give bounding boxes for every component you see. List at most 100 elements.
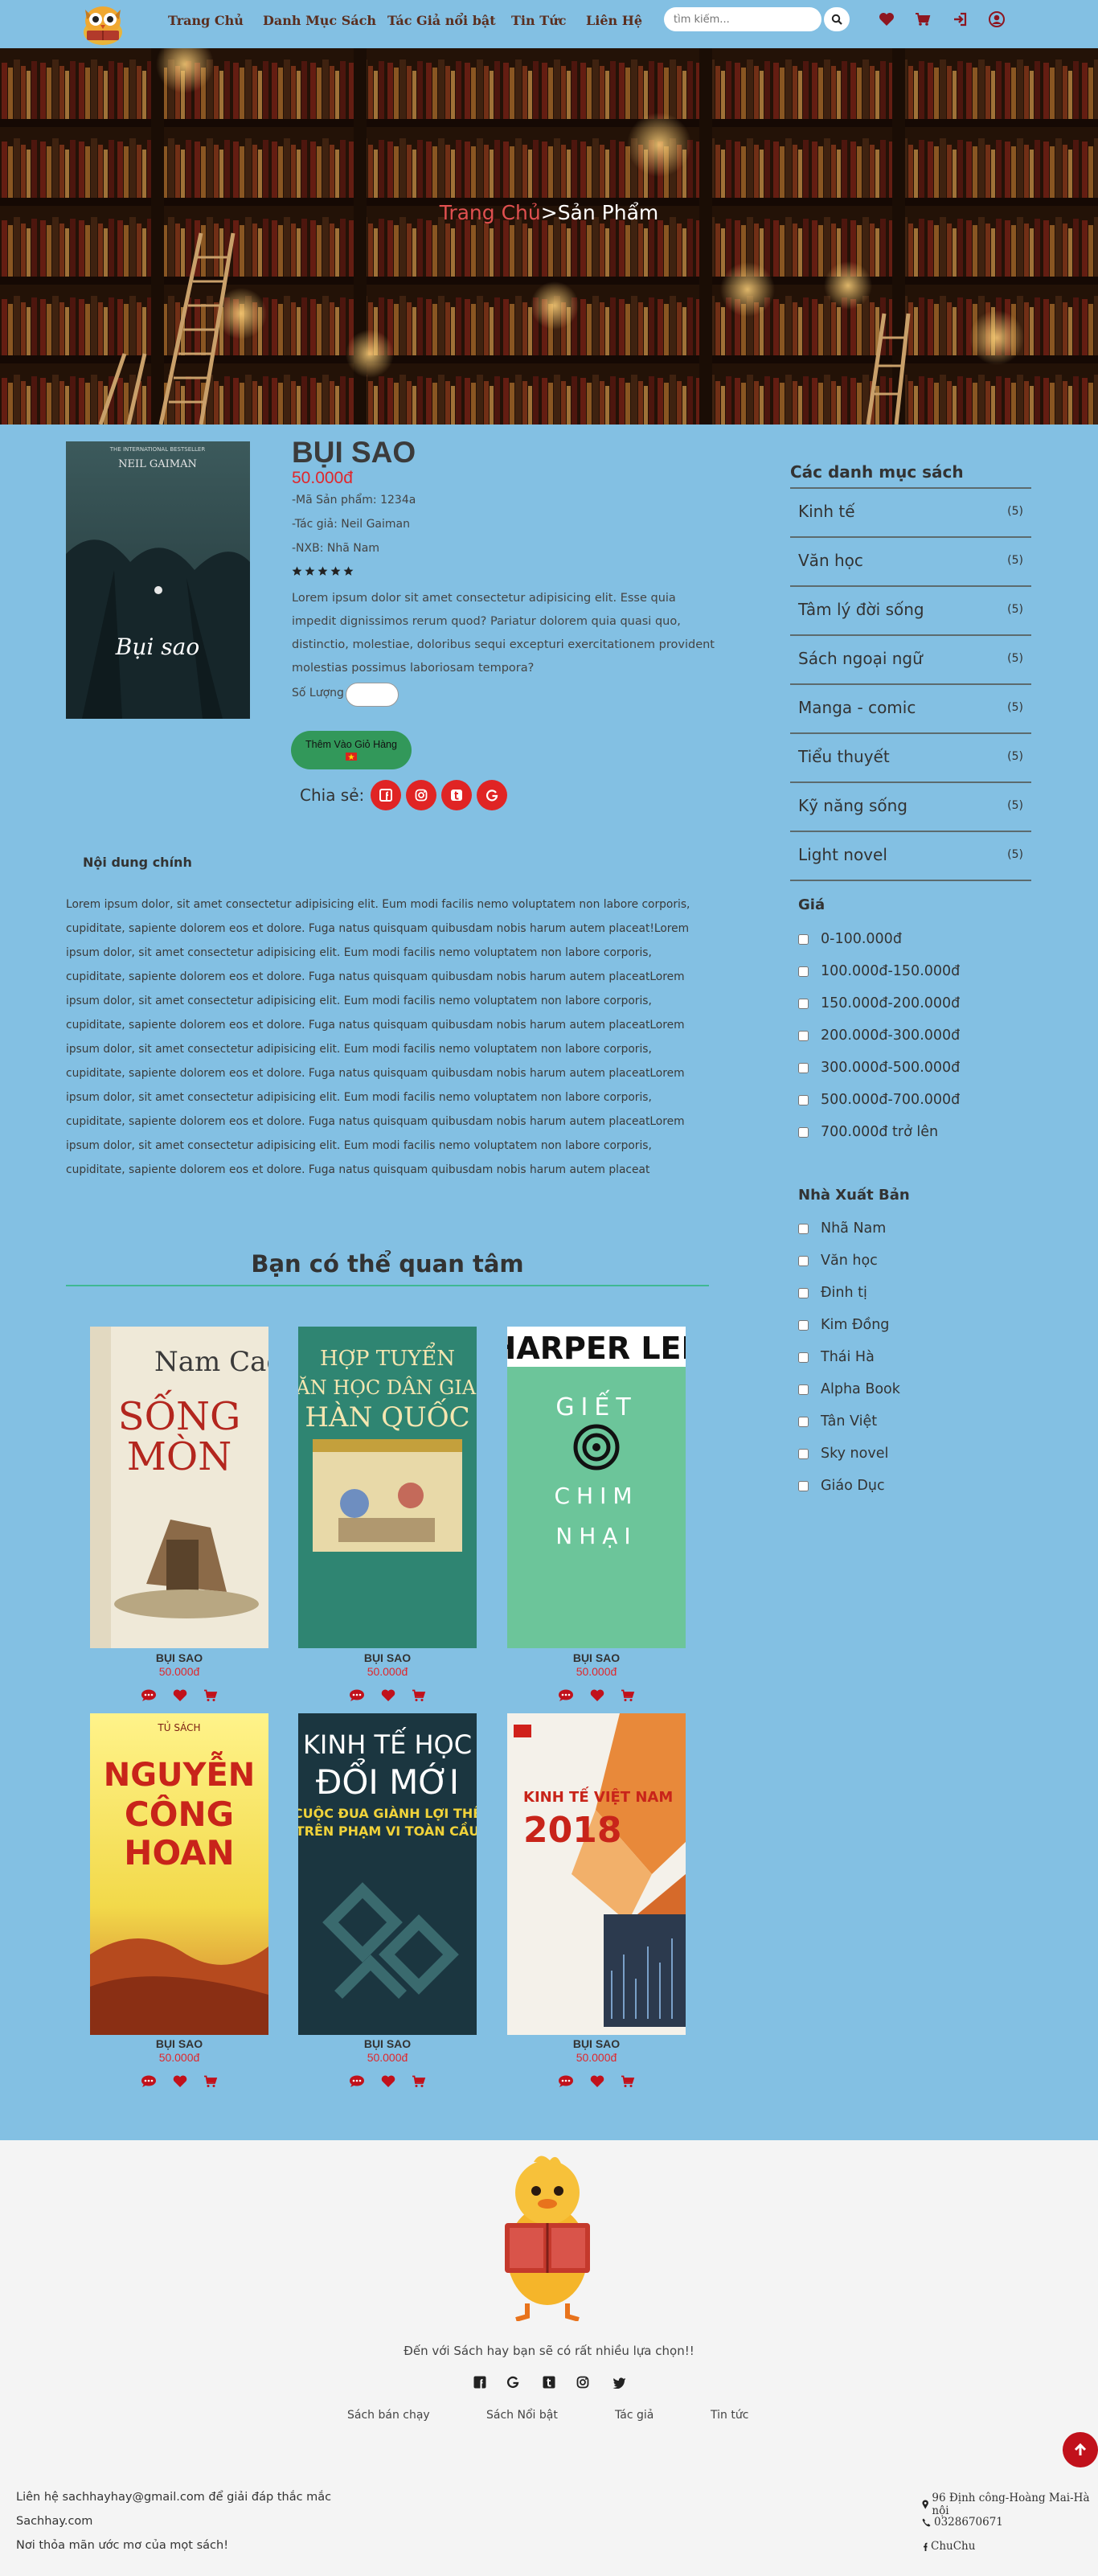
cart-icon[interactable] — [621, 2075, 635, 2091]
price-filter-option[interactable]: 150.000đ-200.000đ — [798, 994, 960, 1013]
related-book-cover[interactable]: HỢP TUYỂN VĂN HỌC DÂN GIAN HÀN QUỐC — [281, 1327, 493, 1648]
footer-link-bestseller[interactable]: Sách bán chạy — [347, 2409, 430, 2422]
publisher-filter-checkbox[interactable] — [798, 1416, 809, 1427]
category-item[interactable]: Light novel (5) — [790, 832, 1031, 881]
facebook-icon[interactable] — [471, 2373, 489, 2391]
instagram-share-icon[interactable] — [406, 780, 436, 810]
category-item[interactable]: Tiểu thuyết (5) — [790, 734, 1031, 783]
comment-icon[interactable] — [558, 2075, 574, 2091]
price-filter-checkbox[interactable] — [798, 1094, 809, 1105]
search-button[interactable] — [824, 7, 850, 31]
publisher-filter-option[interactable]: Nhã Nam — [798, 1219, 886, 1238]
nav-categories[interactable]: Danh Mục Sách — [263, 13, 376, 28]
category-item[interactable]: Kinh tế (5) — [790, 489, 1031, 538]
heart-icon[interactable] — [381, 2075, 395, 2091]
comment-icon[interactable] — [349, 1689, 365, 1705]
add-to-cart-button[interactable]: Thêm Vào Giỏ Hàng — [291, 731, 412, 769]
cart-icon[interactable] — [203, 1689, 218, 1705]
publisher-filter-option[interactable]: Sky novel — [798, 1444, 888, 1463]
related-book-name[interactable]: BỤI SAO — [90, 2037, 268, 2050]
comment-icon[interactable] — [141, 2075, 157, 2091]
comment-icon[interactable] — [141, 1689, 157, 1705]
publisher-filter-option[interactable]: Giáo Dục — [798, 1476, 885, 1495]
price-filter-checkbox[interactable] — [798, 933, 809, 945]
owl-logo[interactable] — [71, 2, 135, 47]
nav-contact[interactable]: Liên Hệ — [586, 13, 642, 28]
related-book-cover[interactable]: KINH TẾ VIỆT NAM 2018 — [507, 1713, 686, 2035]
publisher-filter-option[interactable]: Đinh tị — [798, 1283, 867, 1302]
breadcrumb-home[interactable]: Trang Chủ — [440, 201, 541, 224]
price-filter-option[interactable]: 500.000đ-700.000đ — [798, 1090, 960, 1110]
category-count: (5) — [1007, 603, 1023, 616]
publisher-filter-checkbox[interactable] — [798, 1287, 809, 1298]
heart-icon[interactable] — [381, 1689, 395, 1705]
publisher-filter-checkbox[interactable] — [798, 1352, 809, 1363]
publisher-filter-checkbox[interactable] — [798, 1384, 809, 1395]
tumblr-share-icon[interactable] — [441, 780, 472, 810]
google-icon[interactable] — [504, 2373, 522, 2391]
cart-icon[interactable] — [412, 1689, 426, 1705]
price-filter-checkbox[interactable] — [798, 998, 809, 1009]
cart-icon[interactable] — [412, 2075, 426, 2091]
price-filter-option[interactable]: 100.000đ-150.000đ — [798, 962, 960, 981]
category-item[interactable]: Manga - comic (5) — [790, 685, 1031, 734]
related-book-name[interactable]: BỤI SAO — [90, 1651, 268, 1664]
price-filter-checkbox[interactable] — [798, 1062, 809, 1073]
login-icon[interactable] — [950, 10, 969, 29]
footer-link-news[interactable]: Tin tức — [711, 2409, 748, 2422]
related-book-name[interactable]: BỤI SAO — [298, 2037, 477, 2050]
publisher-filter-option[interactable]: Alpha Book — [798, 1380, 900, 1399]
facebook-share-icon[interactable] — [371, 780, 401, 810]
cart-icon[interactable] — [913, 10, 932, 29]
price-filter-option[interactable]: 300.000đ-500.000đ — [798, 1058, 960, 1077]
comment-icon[interactable] — [349, 2075, 365, 2091]
footer-link-authors[interactable]: Tác giả — [615, 2409, 653, 2422]
google-share-icon[interactable] — [477, 780, 507, 810]
nav-news[interactable]: Tin Tức — [511, 13, 566, 28]
back-to-top-button[interactable] — [1063, 2432, 1098, 2467]
price-filter-checkbox[interactable] — [798, 966, 809, 977]
related-book-cover[interactable]: KINH TẾ HỌC ĐỔI MỚI CUỘC ĐUA GIÀNH LỢI T… — [293, 1713, 481, 2035]
heart-icon[interactable] — [173, 1689, 187, 1705]
related-book-cover[interactable]: TỦ SÁCH NGUYỄN CÔNG HOAN — [90, 1713, 268, 2035]
comment-icon[interactable] — [558, 1689, 574, 1705]
publisher-filter-checkbox[interactable] — [798, 1319, 809, 1331]
publisher-filter-option[interactable]: Văn học — [798, 1251, 878, 1270]
related-book-name[interactable]: BỤI SAO — [298, 1651, 477, 1664]
price-filter-checkbox[interactable] — [798, 1030, 809, 1041]
search-input[interactable] — [664, 7, 821, 31]
footer-link-featured[interactable]: Sách Nổi bật — [486, 2409, 558, 2422]
price-filter-option[interactable]: 0-100.000đ — [798, 929, 902, 949]
price-filter-option[interactable]: 200.000đ-300.000đ — [798, 1026, 960, 1045]
quantity-input[interactable] — [346, 683, 399, 707]
instagram-icon[interactable] — [574, 2373, 592, 2391]
cart-icon[interactable] — [203, 2075, 218, 2091]
publisher-filter-checkbox[interactable] — [798, 1223, 809, 1234]
related-book-name[interactable]: BỤI SAO — [507, 2037, 686, 2050]
publisher-filter-option[interactable]: Thái Hà — [798, 1347, 875, 1367]
nav-home[interactable]: Trang Chủ — [168, 13, 244, 28]
heart-icon[interactable] — [590, 1689, 604, 1705]
nav-authors[interactable]: Tác Giả nổi bật — [387, 13, 496, 28]
cart-icon[interactable] — [621, 1689, 635, 1705]
related-book-cover[interactable]: Nam Cao SỐNG MÒN — [90, 1327, 283, 1648]
category-item[interactable]: Tâm lý đời sống (5) — [790, 587, 1031, 636]
user-icon[interactable] — [987, 10, 1006, 29]
publisher-filter-checkbox[interactable] — [798, 1255, 809, 1266]
heart-icon[interactable] — [877, 10, 896, 29]
heart-icon[interactable] — [590, 2075, 604, 2091]
price-filter-checkbox[interactable] — [798, 1126, 809, 1138]
price-filter-option[interactable]: 700.000đ trở lên — [798, 1122, 938, 1142]
publisher-filter-option[interactable]: Tân Việt — [798, 1412, 877, 1431]
related-book-name[interactable]: BỤI SAO — [507, 1651, 686, 1664]
heart-icon[interactable] — [173, 2075, 187, 2091]
related-book-cover[interactable]: HARPER LEE GIẾT CHIM NHẠI — [491, 1327, 702, 1648]
category-item[interactable]: Sách ngoại ngữ (5) — [790, 636, 1031, 685]
category-item[interactable]: Kỹ năng sống (5) — [790, 783, 1031, 832]
twitter-icon[interactable] — [610, 2373, 628, 2391]
category-item[interactable]: Văn học (5) — [790, 538, 1031, 587]
publisher-filter-option[interactable]: Kim Đồng — [798, 1315, 889, 1335]
publisher-filter-checkbox[interactable] — [798, 1448, 809, 1459]
publisher-filter-checkbox[interactable] — [798, 1480, 809, 1491]
tumblr-icon[interactable] — [540, 2373, 558, 2391]
